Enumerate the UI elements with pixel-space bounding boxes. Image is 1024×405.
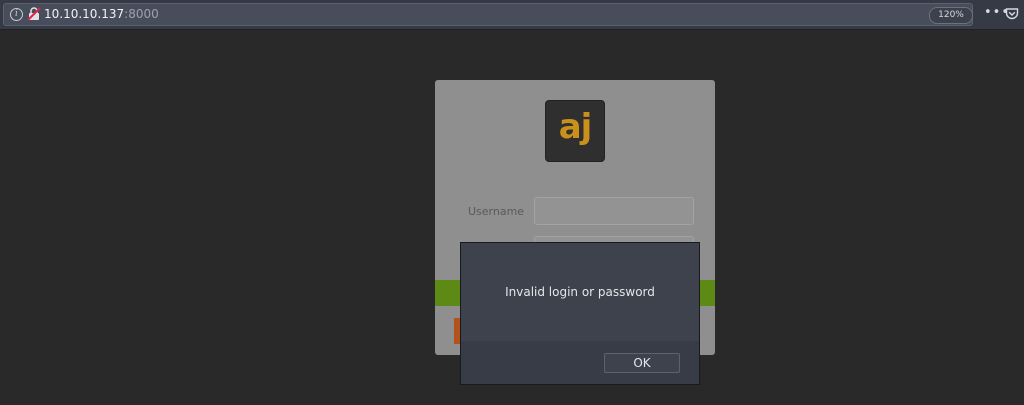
zoom-indicator[interactable]: 120%: [929, 7, 973, 24]
url-host: 10.10.10.137: [44, 7, 125, 21]
info-icon[interactable]: i: [10, 8, 23, 21]
alert-dialog: Invalid login or password OK: [460, 242, 700, 385]
address-bar[interactable]: i 10.10.10.137:8000 120%: [3, 3, 973, 26]
ok-button[interactable]: OK: [604, 353, 680, 373]
url-port: :8000: [124, 7, 159, 21]
dialog-footer: OK: [461, 341, 699, 384]
browser-toolbar: i 10.10.10.137:8000 120% •••: [0, 0, 1024, 30]
username-label: Username: [468, 205, 525, 218]
pocket-icon[interactable]: [1005, 7, 1019, 21]
dialog-message: Invalid login or password: [505, 285, 655, 299]
url-text: 10.10.10.137:8000: [44, 7, 159, 21]
insecure-connection-icon[interactable]: [27, 7, 41, 21]
app-logo: aj: [545, 100, 605, 162]
username-input[interactable]: [534, 197, 694, 225]
